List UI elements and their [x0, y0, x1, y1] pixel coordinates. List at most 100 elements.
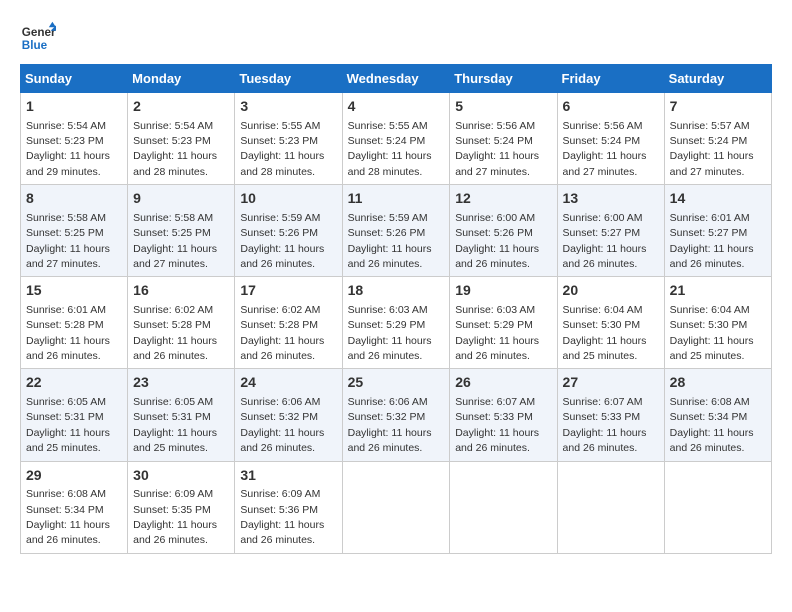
day-info: Sunrise: 6:09 AMSunset: 5:36 PMDaylight:…	[240, 488, 324, 546]
day-info: Sunrise: 6:03 AMSunset: 5:29 PMDaylight:…	[455, 304, 539, 362]
day-number: 31	[240, 466, 336, 486]
day-number: 18	[348, 281, 445, 301]
day-info: Sunrise: 6:08 AMSunset: 5:34 PMDaylight:…	[26, 488, 110, 546]
svg-text:General: General	[22, 26, 56, 39]
header-wednesday: Wednesday	[342, 65, 450, 93]
header-sunday: Sunday	[21, 65, 128, 93]
logo: General Blue	[20, 20, 56, 56]
day-number: 25	[348, 373, 445, 393]
day-number: 15	[26, 281, 122, 301]
calendar-cell: 12 Sunrise: 6:00 AMSunset: 5:26 PMDaylig…	[450, 185, 557, 277]
calendar-cell: 9 Sunrise: 5:58 AMSunset: 5:25 PMDayligh…	[128, 185, 235, 277]
day-number: 19	[455, 281, 551, 301]
day-number: 16	[133, 281, 229, 301]
day-info: Sunrise: 5:56 AMSunset: 5:24 PMDaylight:…	[455, 120, 539, 178]
calendar-cell: 13 Sunrise: 6:00 AMSunset: 5:27 PMDaylig…	[557, 185, 664, 277]
day-info: Sunrise: 6:04 AMSunset: 5:30 PMDaylight:…	[670, 304, 754, 362]
day-number: 17	[240, 281, 336, 301]
calendar-cell: 11 Sunrise: 5:59 AMSunset: 5:26 PMDaylig…	[342, 185, 450, 277]
calendar-cell: 18 Sunrise: 6:03 AMSunset: 5:29 PMDaylig…	[342, 277, 450, 369]
calendar-header-row: SundayMondayTuesdayWednesdayThursdayFrid…	[21, 65, 772, 93]
header-monday: Monday	[128, 65, 235, 93]
day-info: Sunrise: 6:05 AMSunset: 5:31 PMDaylight:…	[133, 396, 217, 454]
day-number: 4	[348, 97, 445, 117]
day-info: Sunrise: 6:06 AMSunset: 5:32 PMDaylight:…	[348, 396, 432, 454]
logo-icon: General Blue	[20, 20, 56, 56]
day-info: Sunrise: 6:09 AMSunset: 5:35 PMDaylight:…	[133, 488, 217, 546]
day-info: Sunrise: 6:00 AMSunset: 5:26 PMDaylight:…	[455, 212, 539, 270]
calendar-cell: 3 Sunrise: 5:55 AMSunset: 5:23 PMDayligh…	[235, 93, 342, 185]
day-number: 13	[563, 189, 659, 209]
day-number: 22	[26, 373, 122, 393]
calendar-cell: 24 Sunrise: 6:06 AMSunset: 5:32 PMDaylig…	[235, 369, 342, 461]
calendar-cell	[664, 461, 771, 553]
calendar-cell: 14 Sunrise: 6:01 AMSunset: 5:27 PMDaylig…	[664, 185, 771, 277]
calendar-cell: 4 Sunrise: 5:55 AMSunset: 5:24 PMDayligh…	[342, 93, 450, 185]
day-number: 10	[240, 189, 336, 209]
day-number: 27	[563, 373, 659, 393]
calendar-cell: 23 Sunrise: 6:05 AMSunset: 5:31 PMDaylig…	[128, 369, 235, 461]
calendar-week-row: 8 Sunrise: 5:58 AMSunset: 5:25 PMDayligh…	[21, 185, 772, 277]
day-info: Sunrise: 6:06 AMSunset: 5:32 PMDaylight:…	[240, 396, 324, 454]
day-number: 28	[670, 373, 766, 393]
day-info: Sunrise: 6:05 AMSunset: 5:31 PMDaylight:…	[26, 396, 110, 454]
header-saturday: Saturday	[664, 65, 771, 93]
calendar-cell: 21 Sunrise: 6:04 AMSunset: 5:30 PMDaylig…	[664, 277, 771, 369]
day-info: Sunrise: 6:02 AMSunset: 5:28 PMDaylight:…	[133, 304, 217, 362]
calendar-cell: 30 Sunrise: 6:09 AMSunset: 5:35 PMDaylig…	[128, 461, 235, 553]
day-number: 29	[26, 466, 122, 486]
day-info: Sunrise: 5:54 AMSunset: 5:23 PMDaylight:…	[133, 120, 217, 178]
day-number: 3	[240, 97, 336, 117]
day-number: 9	[133, 189, 229, 209]
day-info: Sunrise: 6:03 AMSunset: 5:29 PMDaylight:…	[348, 304, 432, 362]
day-number: 7	[670, 97, 766, 117]
day-info: Sunrise: 5:58 AMSunset: 5:25 PMDaylight:…	[133, 212, 217, 270]
calendar-cell: 27 Sunrise: 6:07 AMSunset: 5:33 PMDaylig…	[557, 369, 664, 461]
calendar-cell: 8 Sunrise: 5:58 AMSunset: 5:25 PMDayligh…	[21, 185, 128, 277]
day-number: 12	[455, 189, 551, 209]
calendar-cell: 25 Sunrise: 6:06 AMSunset: 5:32 PMDaylig…	[342, 369, 450, 461]
day-info: Sunrise: 5:55 AMSunset: 5:24 PMDaylight:…	[348, 120, 432, 178]
day-number: 2	[133, 97, 229, 117]
calendar-cell: 29 Sunrise: 6:08 AMSunset: 5:34 PMDaylig…	[21, 461, 128, 553]
day-info: Sunrise: 6:00 AMSunset: 5:27 PMDaylight:…	[563, 212, 647, 270]
day-number: 23	[133, 373, 229, 393]
day-number: 6	[563, 97, 659, 117]
day-info: Sunrise: 6:01 AMSunset: 5:27 PMDaylight:…	[670, 212, 754, 270]
calendar-week-row: 29 Sunrise: 6:08 AMSunset: 5:34 PMDaylig…	[21, 461, 772, 553]
calendar-cell	[450, 461, 557, 553]
day-info: Sunrise: 5:57 AMSunset: 5:24 PMDaylight:…	[670, 120, 754, 178]
day-info: Sunrise: 6:04 AMSunset: 5:30 PMDaylight:…	[563, 304, 647, 362]
calendar-cell	[342, 461, 450, 553]
day-info: Sunrise: 5:54 AMSunset: 5:23 PMDaylight:…	[26, 120, 110, 178]
day-info: Sunrise: 5:58 AMSunset: 5:25 PMDaylight:…	[26, 212, 110, 270]
calendar-cell: 19 Sunrise: 6:03 AMSunset: 5:29 PMDaylig…	[450, 277, 557, 369]
calendar-cell	[557, 461, 664, 553]
day-number: 26	[455, 373, 551, 393]
calendar-week-row: 1 Sunrise: 5:54 AMSunset: 5:23 PMDayligh…	[21, 93, 772, 185]
calendar-cell: 1 Sunrise: 5:54 AMSunset: 5:23 PMDayligh…	[21, 93, 128, 185]
day-info: Sunrise: 6:07 AMSunset: 5:33 PMDaylight:…	[563, 396, 647, 454]
calendar-cell: 15 Sunrise: 6:01 AMSunset: 5:28 PMDaylig…	[21, 277, 128, 369]
calendar-cell: 22 Sunrise: 6:05 AMSunset: 5:31 PMDaylig…	[21, 369, 128, 461]
day-info: Sunrise: 5:56 AMSunset: 5:24 PMDaylight:…	[563, 120, 647, 178]
day-info: Sunrise: 6:07 AMSunset: 5:33 PMDaylight:…	[455, 396, 539, 454]
calendar-week-row: 22 Sunrise: 6:05 AMSunset: 5:31 PMDaylig…	[21, 369, 772, 461]
page-header: General Blue	[20, 20, 772, 56]
day-info: Sunrise: 5:59 AMSunset: 5:26 PMDaylight:…	[240, 212, 324, 270]
calendar-cell: 28 Sunrise: 6:08 AMSunset: 5:34 PMDaylig…	[664, 369, 771, 461]
day-info: Sunrise: 6:08 AMSunset: 5:34 PMDaylight:…	[670, 396, 754, 454]
calendar-cell: 17 Sunrise: 6:02 AMSunset: 5:28 PMDaylig…	[235, 277, 342, 369]
header-friday: Friday	[557, 65, 664, 93]
day-number: 11	[348, 189, 445, 209]
day-info: Sunrise: 6:02 AMSunset: 5:28 PMDaylight:…	[240, 304, 324, 362]
calendar-cell: 31 Sunrise: 6:09 AMSunset: 5:36 PMDaylig…	[235, 461, 342, 553]
svg-text:Blue: Blue	[22, 39, 48, 52]
calendar-cell: 26 Sunrise: 6:07 AMSunset: 5:33 PMDaylig…	[450, 369, 557, 461]
day-number: 30	[133, 466, 229, 486]
day-number: 20	[563, 281, 659, 301]
day-number: 14	[670, 189, 766, 209]
header-tuesday: Tuesday	[235, 65, 342, 93]
calendar-week-row: 15 Sunrise: 6:01 AMSunset: 5:28 PMDaylig…	[21, 277, 772, 369]
day-number: 8	[26, 189, 122, 209]
